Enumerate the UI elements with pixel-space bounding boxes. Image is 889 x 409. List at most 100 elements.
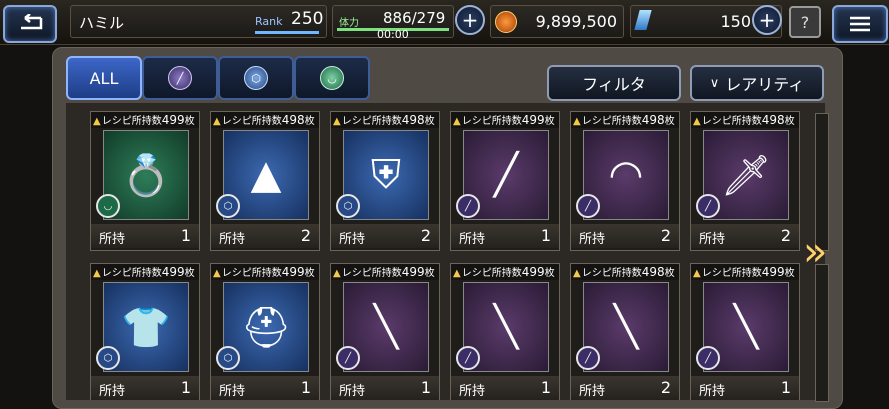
stamina-timer: 00:00: [377, 28, 409, 41]
recipe-unit: 枚: [784, 116, 795, 127]
item-card[interactable]: ▲レシピ所持数498枚 ▲ ⬡ 所持 2: [210, 111, 320, 251]
sort-rarity-button[interactable]: ∨ レアリティ: [690, 65, 824, 101]
item-grid[interactable]: ▲レシピ所持数499枚 💍 ◡ 所持 1 ▲レシピ所持数498枚 ▲ ⬡ 所持 2 ▲レシピ所持数4…: [66, 103, 825, 400]
chevron-down-icon: ∨: [709, 75, 720, 91]
owned-row: 所持 1: [91, 376, 199, 400]
recipe-count: 499: [161, 113, 185, 127]
owned-quantity: 1: [180, 226, 191, 245]
category-badge-icon: ╱: [336, 346, 360, 370]
item-card[interactable]: ▲レシピ所持数499枚 ╲ ╱ 所持 1: [450, 263, 560, 400]
recipe-unit: 枚: [664, 268, 675, 279]
owned-label: 所持: [579, 384, 606, 399]
filter-button[interactable]: フィルタ: [547, 65, 681, 101]
owned-label: 所持: [339, 384, 366, 399]
category-badge-icon: ╱: [576, 194, 600, 218]
owned-row: 所持 2: [571, 224, 679, 248]
crystal-icon: [634, 10, 652, 30]
warning-icon: ▲: [213, 116, 221, 127]
recipe-label: レシピ所持数: [101, 116, 162, 127]
add-stamina-button[interactable]: +: [455, 5, 485, 35]
warning-icon: ▲: [213, 268, 221, 279]
recipe-label: レシピ所持数: [701, 268, 762, 279]
rank-label: Rank: [255, 15, 283, 28]
item-card[interactable]: ▲レシピ所持数498枚 ◠ ╱ 所持 2: [570, 111, 680, 251]
stamina-panel: 体力 886/279 00:00: [332, 5, 454, 41]
back-button[interactable]: [3, 5, 57, 43]
item-card[interactable]: ▲レシピ所持数499枚 ╱ ╱ 所持 1: [450, 111, 560, 251]
tab-all-label: ALL: [89, 68, 119, 88]
gil-coin-icon: [495, 11, 517, 33]
tab-armor[interactable]: ⬡: [218, 56, 294, 100]
recipe-count: 499: [281, 265, 305, 279]
recipe-unit: 枚: [784, 268, 795, 279]
owned-row: 所持 2: [211, 224, 319, 248]
gil-panel: 9,899,500: [490, 5, 624, 38]
owned-row: 所持 1: [91, 224, 199, 248]
tab-weapons[interactable]: ╱: [142, 56, 218, 100]
recipe-count-row: ▲レシピ所持数498枚: [571, 264, 679, 280]
owned-quantity: 1: [540, 226, 551, 245]
warning-icon: ▲: [93, 116, 101, 127]
owned-quantity: 2: [420, 226, 431, 245]
plus-icon: +: [461, 8, 479, 32]
back-arrow-icon: [21, 14, 43, 30]
warning-icon: ▲: [333, 116, 341, 127]
recipe-count-row: ▲レシピ所持数499枚: [331, 264, 439, 280]
help-button[interactable]: ?: [789, 6, 821, 38]
tab-all[interactable]: ALL: [66, 56, 142, 100]
item-card[interactable]: ▲レシピ所持数499枚 ⛑ ⬡ 所持 1: [210, 263, 320, 400]
player-name: ハミル: [79, 14, 125, 32]
recipe-label: レシピ所持数: [221, 116, 282, 127]
recipe-label: レシピ所持数: [221, 268, 282, 279]
owned-quantity: 2: [300, 226, 311, 245]
item-card[interactable]: ▲レシピ所持数498枚 🗡 ╱ 所持 2: [690, 111, 800, 251]
warning-icon: ▲: [693, 116, 701, 127]
recipe-unit: 枚: [304, 268, 315, 279]
scroll-right-arrow-icon[interactable]: »: [803, 232, 827, 272]
sort-label: レアリティ: [725, 75, 805, 94]
owned-row: 所持 1: [451, 376, 559, 400]
recipe-unit: 枚: [184, 116, 195, 127]
recipe-unit: 枚: [424, 116, 435, 127]
owned-label: 所持: [219, 232, 246, 247]
recipe-count-row: ▲レシピ所持数499枚: [211, 264, 319, 280]
category-badge-icon: ◡: [96, 194, 120, 218]
owned-row: 所持 2: [331, 224, 439, 248]
warning-icon: ▲: [573, 268, 581, 279]
warning-icon: ▲: [93, 268, 101, 279]
item-card[interactable]: ▲レシピ所持数498枚 ╲ ╱ 所持 2: [570, 263, 680, 400]
owned-row: 所持 1: [691, 376, 799, 400]
recipe-unit: 枚: [304, 116, 315, 127]
owned-quantity: 1: [300, 378, 311, 397]
recipe-label: レシピ所持数: [581, 116, 642, 127]
owned-row: 所持 2: [691, 224, 799, 248]
tab-accessories[interactable]: ◡: [294, 56, 370, 100]
category-badge-icon: ⬡: [96, 346, 120, 370]
category-badge-icon: ⬡: [216, 194, 240, 218]
recipe-unit: 枚: [664, 116, 675, 127]
item-card[interactable]: ▲レシピ所持数499枚 💍 ◡ 所持 1: [90, 111, 200, 251]
category-badge-icon: ⬡: [216, 346, 240, 370]
recipe-count: 499: [761, 265, 785, 279]
recipe-count-row: ▲レシピ所持数499枚: [91, 112, 199, 128]
owned-quantity: 1: [420, 378, 431, 397]
plus-icon: +: [758, 8, 776, 32]
owned-quantity: 2: [660, 226, 671, 245]
category-badge-icon: ╱: [576, 346, 600, 370]
owned-label: 所持: [459, 384, 486, 399]
item-card[interactable]: ▲レシピ所持数499枚 👕 ⬡ 所持 1: [90, 263, 200, 400]
owned-label: 所持: [459, 232, 486, 247]
add-crystal-button[interactable]: +: [752, 5, 782, 35]
recipe-label: レシピ所持数: [101, 268, 162, 279]
menu-button[interactable]: [832, 5, 888, 43]
recipe-label: レシピ所持数: [701, 116, 762, 127]
gil-amount: 9,899,500: [535, 12, 617, 31]
item-card[interactable]: ▲レシピ所持数499枚 ╲ ╱ 所持 1: [690, 263, 800, 400]
weapon-icon: ╱: [168, 66, 192, 90]
item-card[interactable]: ▲レシピ所持数498枚 ⛨ ⬡ 所持 2: [330, 111, 440, 251]
owned-label: 所持: [699, 384, 726, 399]
item-card[interactable]: ▲レシピ所持数499枚 ╲ ╱ 所持 1: [330, 263, 440, 400]
owned-label: 所持: [219, 384, 246, 399]
recipe-unit: 枚: [544, 116, 555, 127]
recipe-count: 498: [761, 113, 785, 127]
